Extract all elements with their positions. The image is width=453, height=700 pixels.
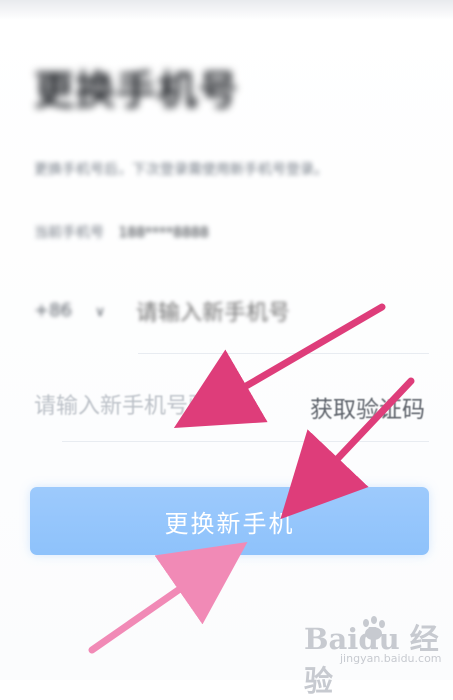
page-title: 更换手机号: [34, 68, 239, 114]
screen: 更换手机号 更换手机号后，下次登录需使用新手机号登录。 当前手机号 188***…: [0, 0, 453, 698]
phone-input-divider: [138, 353, 429, 354]
get-code-button[interactable]: 获取验证码: [310, 390, 430, 424]
new-phone-input[interactable]: [136, 296, 416, 330]
current-phone-row: 当前手机号 188****8888: [34, 222, 209, 242]
chevron-down-icon[interactable]: ∨: [95, 304, 105, 320]
watermark-url: jingyan.baidu.com: [340, 652, 442, 665]
code-input-divider: [62, 441, 429, 442]
verification-code-input[interactable]: [34, 388, 290, 424]
change-phone-button[interactable]: 更换新手机: [30, 487, 429, 555]
paw-icon: [360, 616, 386, 642]
watermark: Baidu 经验 jingyan.baidu.com: [300, 608, 450, 698]
status-bar-shadow: [0, 0, 453, 20]
instruction-text: 更换手机号后，下次登录需使用新手机号登录。: [34, 162, 328, 178]
country-code[interactable]: +86: [34, 300, 72, 321]
current-phone-label: 当前手机号: [34, 225, 104, 241]
arrow-from-bottom: [88, 542, 248, 654]
current-phone-value: 188****8888: [118, 225, 209, 241]
